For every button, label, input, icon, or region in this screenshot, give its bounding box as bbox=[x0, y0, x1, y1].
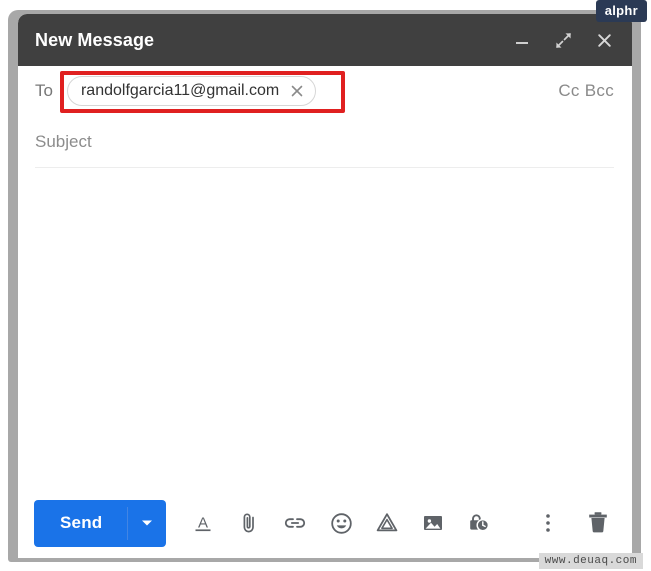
compose-title: New Message bbox=[35, 29, 155, 50]
discard-draft-button[interactable] bbox=[585, 510, 611, 536]
svg-text:A: A bbox=[198, 515, 208, 532]
send-button-group[interactable]: Send bbox=[34, 499, 167, 547]
insert-photo-button[interactable] bbox=[420, 510, 446, 536]
to-label: To bbox=[35, 81, 53, 100]
compose-toolbar: Send A bbox=[18, 488, 632, 558]
message-body-area[interactable] bbox=[18, 168, 632, 488]
remove-recipient-icon[interactable] bbox=[289, 84, 304, 99]
confidential-mode-button[interactable] bbox=[466, 510, 492, 536]
expand-button[interactable] bbox=[553, 30, 573, 50]
subject-divider bbox=[35, 167, 614, 168]
insert-photo-icon bbox=[421, 511, 445, 535]
recipient-input-area[interactable]: randolfgarcia11@gmail.com bbox=[63, 66, 558, 116]
compose-window: New Message To randolfgarcia11@gmail.com… bbox=[18, 14, 632, 558]
minimize-icon bbox=[514, 32, 530, 48]
insert-emoji-button[interactable] bbox=[328, 510, 354, 536]
formatting-options-icon: A bbox=[191, 511, 215, 535]
confidential-mode-icon bbox=[466, 510, 492, 536]
to-field-row[interactable]: To randolfgarcia11@gmail.com Cc Bcc bbox=[18, 66, 632, 116]
close-button[interactable] bbox=[594, 30, 614, 50]
insert-link-icon bbox=[282, 510, 308, 536]
insert-link-button[interactable] bbox=[282, 510, 308, 536]
deuaq-watermark: www.deuaq.com bbox=[538, 553, 643, 569]
minimize-button[interactable] bbox=[512, 30, 532, 50]
subject-placeholder: Subject bbox=[35, 132, 92, 151]
more-options-button[interactable] bbox=[535, 510, 561, 536]
insert-drive-button[interactable] bbox=[374, 510, 400, 536]
insert-emoji-icon bbox=[329, 511, 354, 536]
page-root: alphr www.deuaq.com New Message To rando… bbox=[0, 0, 651, 571]
cc-bcc-button[interactable]: Cc Bcc bbox=[558, 81, 614, 101]
formatting-options-button[interactable]: A bbox=[190, 510, 216, 536]
attach-file-icon bbox=[237, 511, 261, 535]
subject-field-row[interactable]: Subject bbox=[18, 116, 632, 168]
attach-file-button[interactable] bbox=[236, 510, 262, 536]
more-options-icon bbox=[545, 511, 551, 535]
send-button[interactable]: Send bbox=[34, 500, 127, 547]
compose-tool-icons: A bbox=[190, 510, 492, 536]
window-controls bbox=[512, 30, 614, 50]
send-options-button[interactable] bbox=[128, 500, 166, 547]
recipient-email: randolfgarcia11@gmail.com bbox=[80, 82, 280, 99]
compose-title-bar[interactable]: New Message bbox=[18, 14, 632, 66]
expand-icon bbox=[555, 32, 572, 49]
close-icon bbox=[596, 32, 613, 49]
compose-toolbar-right bbox=[535, 510, 615, 536]
discard-draft-icon bbox=[586, 510, 610, 536]
chevron-down-icon bbox=[141, 514, 153, 532]
recipient-chip[interactable]: randolfgarcia11@gmail.com bbox=[66, 76, 317, 106]
insert-drive-icon bbox=[374, 510, 400, 536]
alphr-watermark-badge: alphr bbox=[595, 0, 647, 22]
